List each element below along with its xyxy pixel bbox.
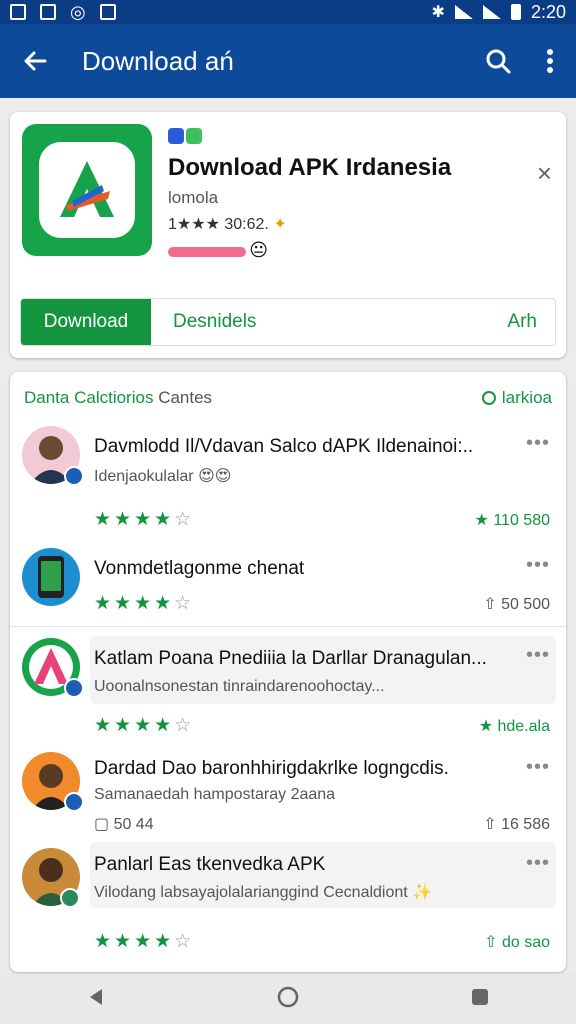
item-count-text: 50 500 [501, 596, 550, 613]
item-count-text: 16 586 [501, 816, 550, 833]
item-title: Panlarl Eas tkenvedka APK [94, 854, 326, 875]
item-subtitle-text: Vilodang labsayajolalarianggind Cecnaldi… [94, 884, 408, 901]
search-icon [486, 49, 511, 74]
page-title: Download ań [82, 45, 234, 76]
verified-icon [64, 792, 84, 812]
star-rating: ★★★★☆ [94, 509, 195, 530]
overflow-menu-button[interactable] [524, 24, 576, 98]
item-subtitle-text: Idenjaokulalar [94, 468, 194, 485]
list-header: Danta Calctiorios Cantes larkioa [24, 386, 552, 410]
app-name: Download APK Irdanesia [168, 154, 452, 181]
nav-home-button[interactable] [276, 985, 300, 1014]
nav-back-button[interactable] [84, 985, 108, 1014]
emoji-icon: 😐 [249, 240, 268, 260]
signal-icon-2 [482, 5, 501, 19]
emoji-icon: ✨ [412, 884, 433, 901]
list-subtitle: Cantes [158, 388, 213, 407]
arrow-left-icon [24, 51, 47, 71]
close-icon: × [536, 158, 552, 188]
item-title: Davmlodd Il/Vdavan Salco dAPK Ildenainoi… [94, 436, 474, 457]
badge-green-icon [186, 128, 202, 144]
download-button[interactable]: Download [21, 299, 151, 345]
clock-icon [481, 391, 496, 405]
more-icon[interactable]: ••• [526, 852, 550, 875]
item-left-count-text: 50 44 [113, 816, 154, 833]
verified-icon [60, 888, 80, 908]
image-notification-icon [40, 4, 56, 20]
more-icon[interactable]: ••• [526, 432, 550, 455]
list-filter-label: larkioa [501, 388, 552, 407]
more-icon[interactable]: ••• [526, 644, 550, 667]
system-nav-bar [0, 974, 576, 1024]
star-rating: ★★★★☆ [94, 931, 195, 952]
nav-recents-button[interactable] [468, 985, 492, 1014]
notification-icon [10, 4, 26, 20]
item-title: Vonmdetlagonme chenat [94, 558, 305, 579]
status-bar: ◎ ✱ 2:20 [0, 0, 576, 24]
emoji-icon: 😍😍 [198, 468, 232, 485]
item-count: ⇧ do sao [484, 934, 550, 951]
app-bar: Download ań [0, 24, 576, 98]
app-list-card: Danta Calctiorios Cantes larkioa Davmlod… [10, 372, 566, 972]
award-icon: ✦ [273, 216, 287, 233]
triangle-back-icon [90, 988, 102, 1005]
badge-blue-icon [168, 128, 184, 144]
star-rating: ★★★★☆ [94, 715, 195, 736]
item-count: ★ 110 580 [474, 512, 550, 529]
item-count-text: hde.ala [497, 718, 551, 735]
bluetooth-icon: ✱ [431, 4, 445, 21]
app-icon[interactable] [22, 124, 152, 256]
item-subtitle: Uoonalnsonestan tinraindarenoohoctay... [94, 678, 385, 695]
item-subtitle: Vilodang labsayajolalarianggind Cecnaldi… [94, 882, 432, 902]
more-icon[interactable]: ••• [526, 554, 550, 577]
sim-icon [99, 4, 116, 20]
square-recents-icon [472, 988, 488, 1005]
list-item[interactable]: Dardad Dao baronhhirigdakrlke logngcdis.… [10, 752, 566, 842]
details-button[interactable]: Desnidels [151, 311, 507, 333]
featured-app-card[interactable]: Download APK Irdanesia lomola 1★★★ 30:62… [10, 112, 566, 358]
list-item[interactable]: Katlam Poana Pnediiia la Darllar Dranagu… [10, 638, 566, 742]
item-count: ★ hde.ala [478, 718, 551, 735]
wifi-hotspot-icon: ◎ [70, 1, 86, 22]
verified-icon [64, 466, 84, 486]
back-button[interactable] [0, 24, 70, 98]
item-title: Dardad Dao baronhhirigdakrlke logngcdis. [94, 758, 449, 779]
app-logo-icon [60, 161, 114, 217]
list-item[interactable]: Panlarl Eas tkenvedka APK Vilodang labsa… [10, 848, 566, 958]
item-subtitle: Samanaedah hampostaray 2aana [94, 786, 336, 803]
item-left-count: ▢ 50 44 [94, 816, 154, 833]
circle-home-icon [277, 986, 299, 1007]
arh-button[interactable]: Arh [507, 311, 555, 333]
battery-icon [510, 4, 521, 20]
item-count: ⇧ 16 586 [483, 816, 550, 833]
avatar [22, 548, 80, 606]
list-item[interactable]: Davmlodd Il/Vdavan Salco dAPK Ildenainoi… [10, 426, 566, 536]
download-progress: 😐 [168, 240, 268, 260]
rating-text: 1★★★ 30:62. [168, 216, 269, 233]
item-count: ⇧ 50 500 [483, 596, 550, 613]
item-count-text: do sao [501, 934, 550, 951]
phone-icon [38, 556, 64, 598]
verified-icon [64, 678, 84, 698]
item-subtitle: Idenjaokulalar 😍😍 [94, 466, 231, 486]
app-developer: lomola [168, 188, 219, 207]
list-item[interactable]: Vonmdetlagonme chenat ••• ★★★★☆ ⇧ 50 500 [10, 548, 566, 618]
star-rating: ★★★★☆ [94, 593, 195, 614]
item-count-text: 110 580 [493, 512, 550, 529]
list-title: Danta Calctiorios Cantes [24, 388, 212, 408]
list-filter[interactable]: larkioa [481, 388, 552, 408]
search-button[interactable] [472, 24, 524, 98]
clock: 2:20 [530, 1, 566, 22]
item-title: Katlam Poana Pnediiia la Darllar Dranagu… [94, 648, 487, 669]
action-row: Download Desnidels Arh [20, 298, 556, 346]
signal-icon [454, 5, 473, 19]
divider [10, 626, 566, 627]
more-icon[interactable]: ••• [526, 756, 550, 779]
app-badges [168, 128, 202, 144]
close-button[interactable]: × [537, 158, 552, 189]
app-rating: 1★★★ 30:62. ✦ [168, 214, 287, 234]
list-title-text: Danta Calctiorios [24, 388, 154, 407]
more-vert-icon [547, 49, 553, 73]
